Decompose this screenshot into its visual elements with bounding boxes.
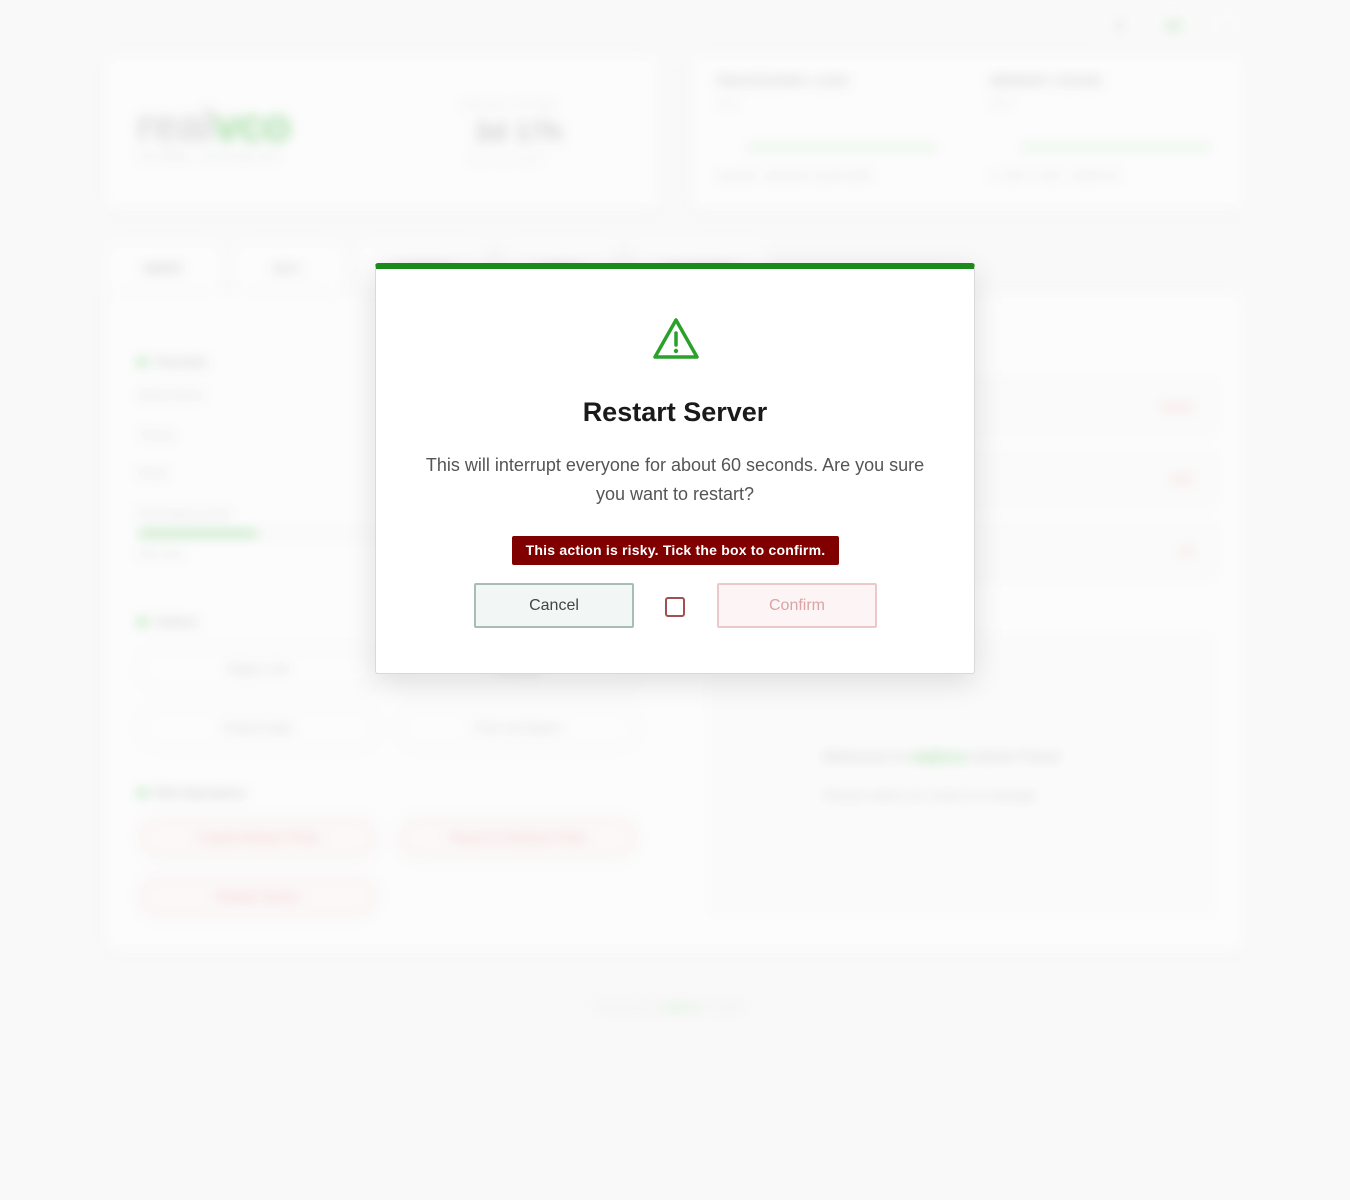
confirm-button[interactable]: Confirm bbox=[717, 583, 877, 628]
risk-notice-banner: This action is risky. Tick the box to co… bbox=[512, 536, 839, 565]
warning-triangle-icon bbox=[653, 318, 699, 359]
restart-confirm-dialog: Restart Server This will interrupt every… bbox=[375, 263, 975, 674]
dialog-title: Restart Server bbox=[582, 397, 768, 427]
confirm-checkbox[interactable] bbox=[665, 597, 685, 617]
cancel-button[interactable]: Cancel bbox=[474, 583, 634, 628]
dialog-message: This will interrupt everyone for about 6… bbox=[425, 455, 925, 504]
